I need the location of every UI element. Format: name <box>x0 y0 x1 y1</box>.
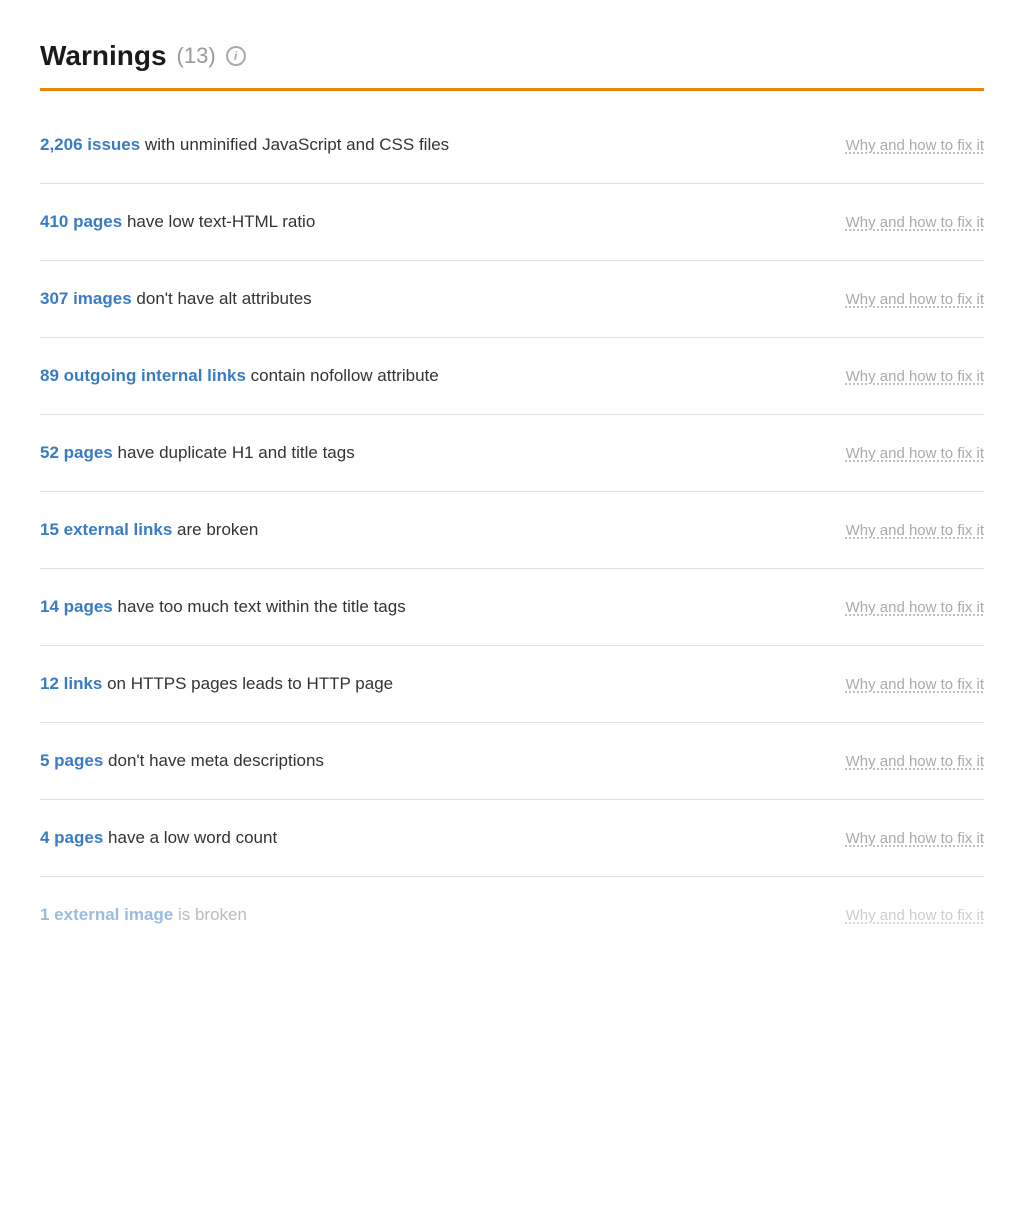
warnings-list: 2,206 issues with unminified JavaScript … <box>40 107 984 953</box>
warning-text-long-title: 14 pages have too much text within the t… <box>40 597 832 617</box>
warning-link-no-alt-attr[interactable]: 307 images <box>40 289 132 308</box>
fix-link-no-meta-desc[interactable]: Why and how to fix it <box>846 753 984 770</box>
warning-link-no-meta-desc[interactable]: 5 pages <box>40 751 103 770</box>
warning-link-unminified[interactable]: 2,206 issues <box>40 135 140 154</box>
warning-text-duplicate-h1: 52 pages have duplicate H1 and title tag… <box>40 443 832 463</box>
fix-link-no-alt-attr[interactable]: Why and how to fix it <box>846 291 984 308</box>
warning-link-broken-image[interactable]: 1 external image <box>40 905 173 924</box>
fix-link-broken-external[interactable]: Why and how to fix it <box>846 522 984 539</box>
warning-link-long-title[interactable]: 14 pages <box>40 597 113 616</box>
header-section: Warnings (13) i <box>40 40 984 91</box>
fix-link-broken-image[interactable]: Why and how to fix it <box>846 907 984 924</box>
warning-text-nofollow: 89 outgoing internal links contain nofol… <box>40 366 832 386</box>
orange-divider <box>40 88 984 91</box>
warning-text-broken-image: 1 external image is broken <box>40 905 832 925</box>
warning-item-low-word-count: 4 pages have a low word count Why and how… <box>40 800 984 877</box>
warning-item-duplicate-h1: 52 pages have duplicate H1 and title tag… <box>40 415 984 492</box>
info-icon[interactable]: i <box>226 46 246 66</box>
warning-text-low-text-ratio: 410 pages have low text-HTML ratio <box>40 212 832 232</box>
warning-link-https-http[interactable]: 12 links <box>40 674 102 693</box>
fix-link-nofollow[interactable]: Why and how to fix it <box>846 368 984 385</box>
warning-item-nofollow: 89 outgoing internal links contain nofol… <box>40 338 984 415</box>
count-badge: (13) <box>177 43 216 69</box>
warning-item-no-meta-desc: 5 pages don't have meta descriptions Why … <box>40 723 984 800</box>
fix-link-low-word-count[interactable]: Why and how to fix it <box>846 830 984 847</box>
warning-item-https-http: 12 links on HTTPS pages leads to HTTP pa… <box>40 646 984 723</box>
page-title: Warnings <box>40 40 167 72</box>
warning-text-broken-external: 15 external links are broken <box>40 520 832 540</box>
warning-link-nofollow[interactable]: 89 outgoing internal links <box>40 366 246 385</box>
fix-link-low-text-ratio[interactable]: Why and how to fix it <box>846 214 984 231</box>
warning-item-long-title: 14 pages have too much text within the t… <box>40 569 984 646</box>
warning-link-duplicate-h1[interactable]: 52 pages <box>40 443 113 462</box>
warning-item-unminified: 2,206 issues with unminified JavaScript … <box>40 107 984 184</box>
warning-text-no-alt-attr: 307 images don't have alt attributes <box>40 289 832 309</box>
warning-item-broken-external: 15 external links are broken Why and how … <box>40 492 984 569</box>
warning-item-no-alt-attr: 307 images don't have alt attributes Why … <box>40 261 984 338</box>
page-container: Warnings (13) i 2,206 issues with unmini… <box>0 0 1024 993</box>
fix-link-long-title[interactable]: Why and how to fix it <box>846 599 984 616</box>
warning-item-low-text-ratio: 410 pages have low text-HTML ratio Why an… <box>40 184 984 261</box>
fix-link-unminified[interactable]: Why and how to fix it <box>846 137 984 154</box>
warning-link-broken-external[interactable]: 15 external links <box>40 520 172 539</box>
warning-text-low-word-count: 4 pages have a low word count <box>40 828 832 848</box>
warning-text-no-meta-desc: 5 pages don't have meta descriptions <box>40 751 832 771</box>
title-row: Warnings (13) i <box>40 40 984 72</box>
warning-text-https-http: 12 links on HTTPS pages leads to HTTP pa… <box>40 674 832 694</box>
fix-link-https-http[interactable]: Why and how to fix it <box>846 676 984 693</box>
warning-link-low-word-count[interactable]: 4 pages <box>40 828 103 847</box>
warning-text-unminified: 2,206 issues with unminified JavaScript … <box>40 135 832 155</box>
warning-item-broken-image: 1 external image is broken Why and how to… <box>40 877 984 953</box>
warning-link-low-text-ratio[interactable]: 410 pages <box>40 212 122 231</box>
fix-link-duplicate-h1[interactable]: Why and how to fix it <box>846 445 984 462</box>
